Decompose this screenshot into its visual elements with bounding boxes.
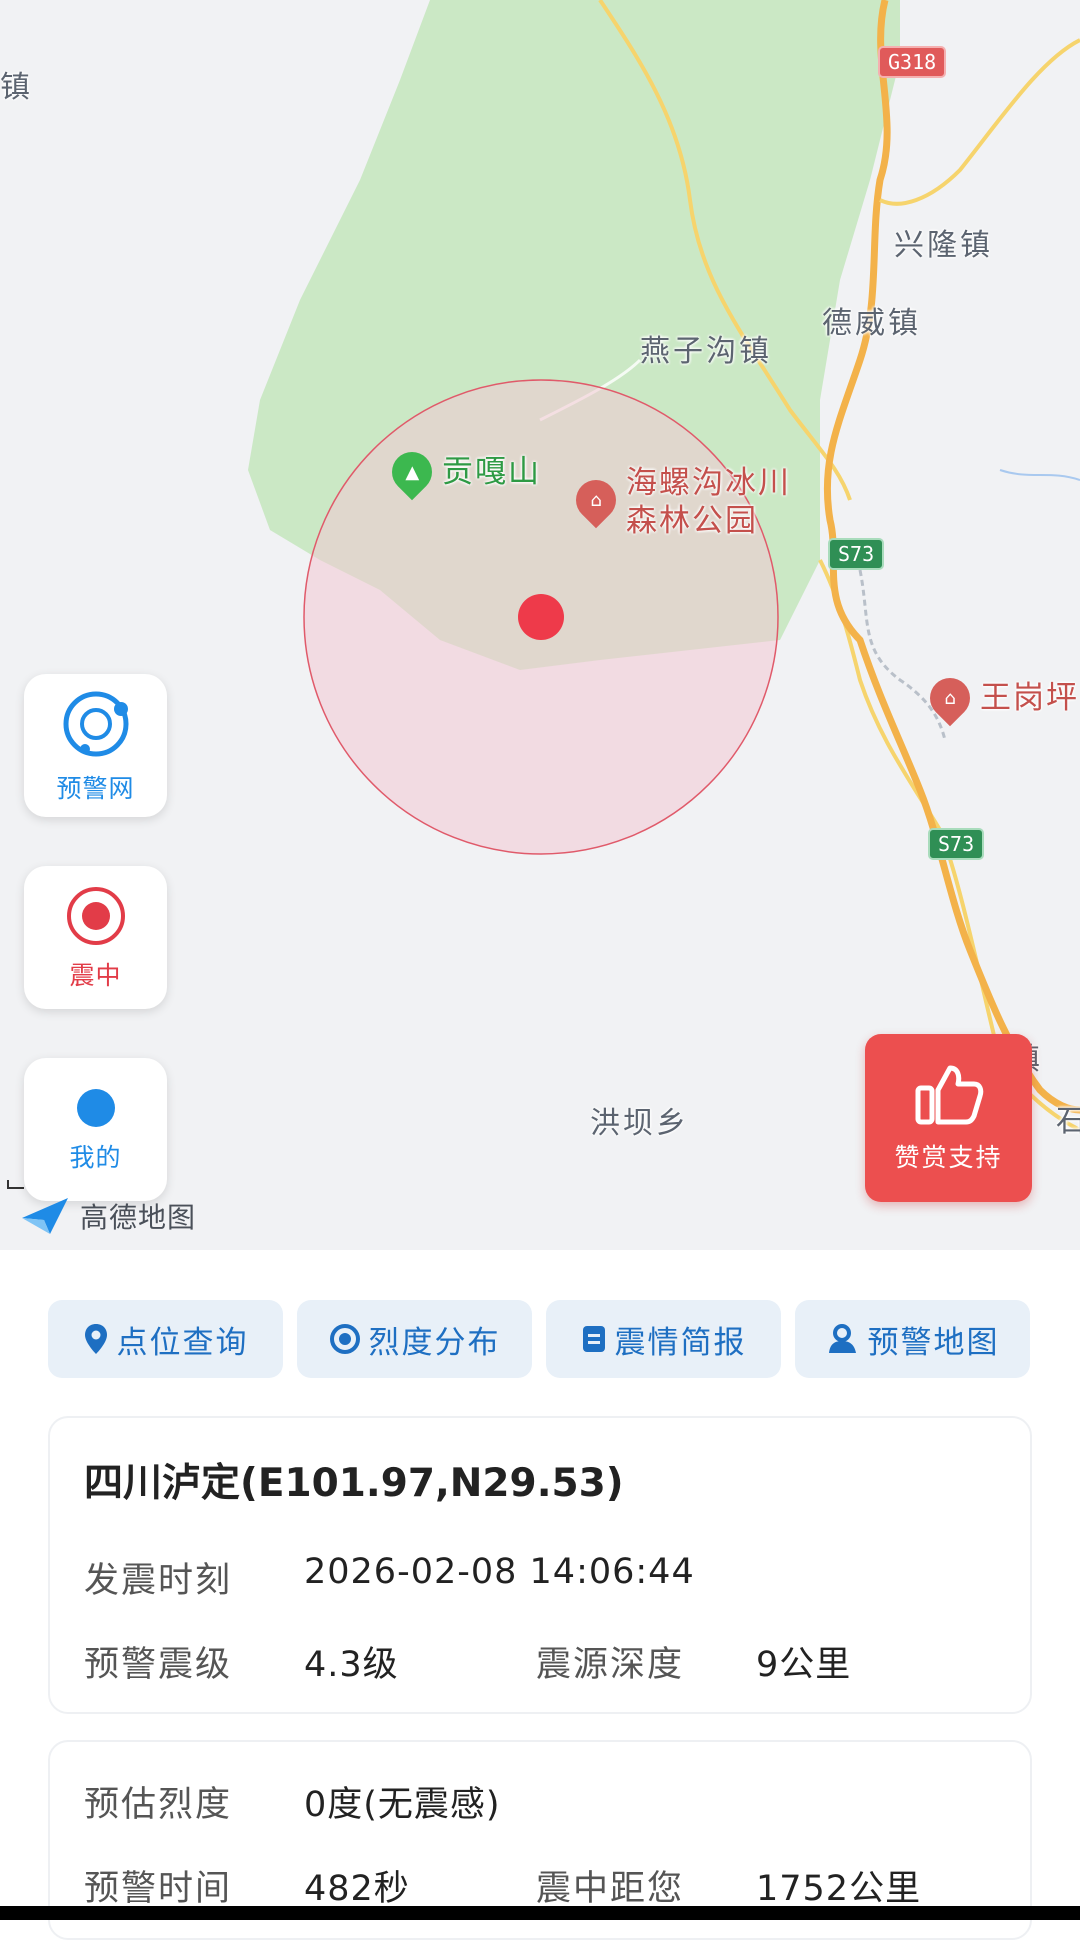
tab-quake-report[interactable]: 震情简报 bbox=[546, 1300, 781, 1378]
tab-label: 点位查询 bbox=[116, 1324, 249, 1361]
poi-wanggangping[interactable]: ⌂ 王岗坪 bbox=[921, 669, 1079, 727]
magnitude-label: 预警震级 bbox=[84, 1645, 233, 1685]
poi-label-line2: 森林公园 bbox=[626, 503, 758, 539]
tab-intensity-distribution[interactable]: 烈度分布 bbox=[297, 1300, 532, 1378]
pin-icon bbox=[83, 1323, 109, 1355]
reward-button[interactable]: 赞赏支持 bbox=[865, 1034, 1032, 1202]
place-label-hongba: 洪坝乡 bbox=[590, 1106, 689, 1141]
poi-gongga[interactable]: ▲ 贡嘎山 bbox=[383, 443, 541, 501]
place-label-edge: 镇 bbox=[0, 70, 33, 105]
info-panel: 点位查询 烈度分布 震情简报 预警地图 四川泸定(E101.97,N29.53)… bbox=[0, 1250, 1080, 1940]
map-attribution: 高德地图 bbox=[20, 1196, 196, 1236]
tab-label: 震情简报 bbox=[614, 1324, 747, 1361]
tab-point-query[interactable]: 点位查询 bbox=[48, 1300, 283, 1378]
tab-label: 烈度分布 bbox=[368, 1324, 501, 1361]
target-icon bbox=[66, 886, 125, 945]
epicenter-marker bbox=[518, 594, 564, 640]
map-view[interactable]: 镇 兴隆镇 德威镇 燕子沟镇 洪坝乡 镇 石 G318 S73 S73 ▲ 贡嘎… bbox=[0, 0, 1080, 1250]
my-location-button[interactable]: 我的 bbox=[24, 1058, 167, 1201]
warning-time-value: 482秒 bbox=[304, 1869, 410, 1909]
my-location-button-label: 我的 bbox=[69, 1142, 122, 1172]
time-label: 发震时刻 bbox=[84, 1561, 233, 1601]
place-label-dewei: 德威镇 bbox=[822, 306, 921, 341]
network-button-label: 预警网 bbox=[56, 773, 135, 803]
scenic-spot-icon: ⌂ bbox=[567, 471, 625, 529]
place-label-edge-right-2: 石 bbox=[1056, 1104, 1080, 1139]
intensity-value: 0度(无震感) bbox=[304, 1785, 501, 1825]
quake-location-title: 四川泸定(E101.97,N29.53) bbox=[84, 1461, 624, 1506]
map-attribution-text: 高德地图 bbox=[80, 1201, 197, 1234]
distance-label: 震中距您 bbox=[536, 1869, 685, 1909]
place-label-xinglong: 兴隆镇 bbox=[894, 228, 993, 263]
poi-hailuogou[interactable]: ⌂ 海螺沟冰川 森林公园 bbox=[567, 464, 791, 540]
amap-logo-icon bbox=[22, 1198, 68, 1234]
quake-info-card: 四川泸定(E101.97,N29.53) 发震时刻 2026-02-08 14:… bbox=[48, 1416, 1032, 1714]
poi-label: 贡嘎山 bbox=[442, 454, 541, 490]
river bbox=[999, 469, 1080, 481]
circle-dot-icon bbox=[329, 1323, 361, 1355]
scale-corner bbox=[7, 1180, 24, 1189]
tab-label: 预警地图 bbox=[867, 1324, 1000, 1361]
epicenter-button[interactable]: 震中 bbox=[24, 866, 167, 1009]
time-value: 2026-02-08 14:06:44 bbox=[304, 1552, 695, 1592]
reward-button-label: 赞赏支持 bbox=[894, 1143, 1003, 1172]
poi-label-line1: 海螺沟冰川 bbox=[626, 465, 791, 501]
report-icon bbox=[581, 1324, 607, 1354]
tab-warning-map[interactable]: 预警地图 bbox=[795, 1300, 1030, 1378]
epicenter-button-label: 震中 bbox=[69, 960, 122, 990]
road-badge-s73: S73 bbox=[928, 828, 985, 860]
place-label-yanzigou: 燕子沟镇 bbox=[640, 334, 772, 369]
network-button[interactable]: 预警网 bbox=[24, 674, 167, 817]
scenic-spot-icon: ⌂ bbox=[921, 669, 979, 727]
poi-label: 海螺沟冰川 森林公园 bbox=[626, 464, 791, 540]
location-dot-icon bbox=[76, 1088, 115, 1127]
depth-label: 震源深度 bbox=[536, 1645, 685, 1685]
intensity-label: 预估烈度 bbox=[84, 1785, 233, 1825]
network-orbit-icon bbox=[63, 691, 128, 756]
poi-label: 王岗坪 bbox=[980, 680, 1079, 716]
distance-value: 1752公里 bbox=[756, 1869, 922, 1909]
thumbs-up-icon bbox=[915, 1065, 983, 1125]
action-tabs: 点位查询 烈度分布 震情简报 预警地图 bbox=[48, 1300, 1030, 1378]
road-badge-g318: G318 bbox=[878, 46, 947, 78]
map-person-icon bbox=[826, 1323, 860, 1355]
magnitude-value: 4.3级 bbox=[304, 1645, 399, 1685]
road-badge-s73: S73 bbox=[828, 538, 885, 570]
depth-value: 9公里 bbox=[756, 1645, 852, 1685]
warning-time-label: 预警时间 bbox=[84, 1869, 233, 1909]
mountain-icon: ▲ bbox=[383, 443, 441, 501]
bottom-bar bbox=[0, 1906, 1080, 1920]
